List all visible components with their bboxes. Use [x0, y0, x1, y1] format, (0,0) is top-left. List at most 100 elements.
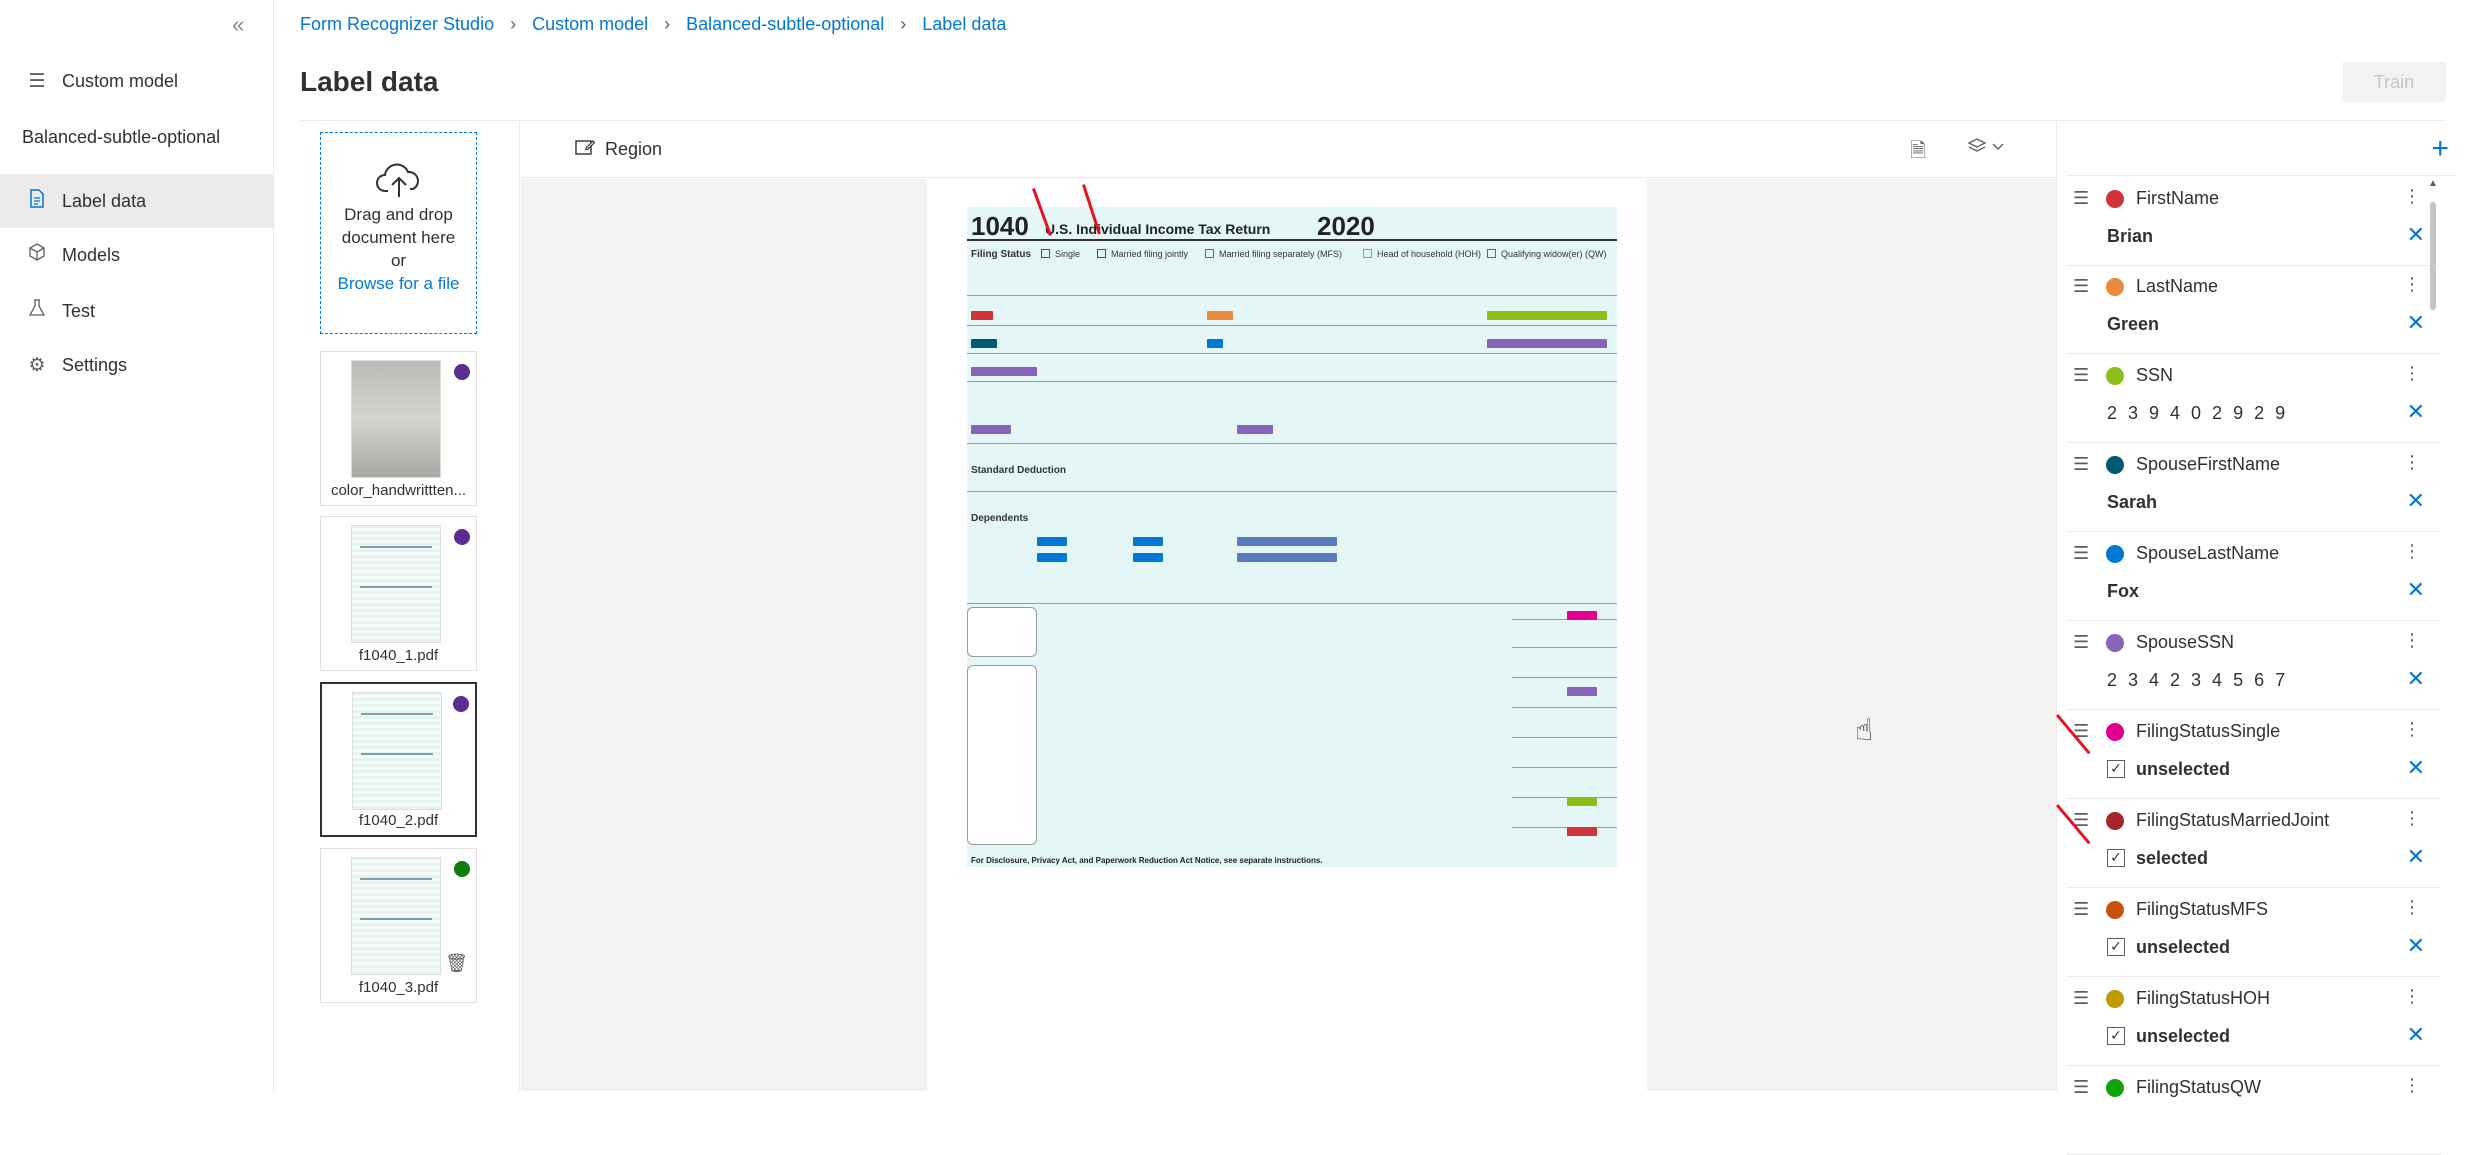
clear-value-icon[interactable]: ✕	[2407, 488, 2425, 514]
field-item[interactable]: ☰ SSN ⋮ 2 3 9 4 0 2 9 2 9 ✕	[2067, 355, 2441, 443]
form-1040-image[interactable]: 1040 U.S. Individual Income Tax Return 2…	[967, 207, 1617, 867]
more-options-icon[interactable]: ⋮	[2403, 452, 2421, 473]
divider	[300, 120, 2446, 121]
document-canvas[interactable]: 1040 U.S. Individual Income Tax Return 2…	[521, 179, 2056, 1091]
field-item[interactable]: ☰ SpouseLastName ⋮ Fox ✕	[2067, 533, 2441, 621]
field-item[interactable]: ☰ FilingStatusMarriedJoint ⋮ ✓ selected …	[2067, 800, 2441, 888]
amount-rule	[1512, 707, 1617, 708]
browse-link[interactable]: Browse for a file	[321, 272, 476, 295]
clear-value-icon[interactable]: ✕	[2407, 222, 2425, 248]
std-deduction-box	[967, 665, 1037, 845]
document-settings-icon[interactable]: 🗎	[1910, 136, 1926, 170]
more-options-icon[interactable]: ⋮	[2403, 808, 2421, 829]
drag-handle-icon[interactable]: ☰	[2073, 899, 2089, 920]
document-thumbnail-selected[interactable]: f1040_2.pdf	[320, 682, 477, 837]
field-name: SSN	[2136, 365, 2174, 385]
label-firstname	[971, 311, 993, 320]
breadcrumb-studio[interactable]: Form Recognizer Studio	[300, 14, 494, 35]
field-item[interactable]: ☰ SpouseSSN ⋮ 2 3 4 2 3 4 5 6 7 ✕	[2067, 622, 2441, 710]
drag-handle-icon[interactable]: ☰	[2073, 988, 2089, 1009]
breadcrumb-label-data[interactable]: Label data	[922, 14, 1006, 35]
label-amount	[1567, 797, 1597, 806]
more-options-icon[interactable]: ⋮	[2403, 1075, 2421, 1096]
document-thumbnail[interactable]: f1040_1.pdf	[320, 516, 477, 671]
breadcrumb-custom-model[interactable]: Custom model	[532, 14, 648, 35]
more-options-icon[interactable]: ⋮	[2403, 630, 2421, 651]
nav-models-label: Models	[62, 244, 121, 265]
nav-label-data[interactable]: Label data	[0, 174, 273, 228]
option-married-joint: Married filing jointly	[1111, 249, 1189, 259]
clear-value-icon[interactable]: ✕	[2407, 933, 2425, 959]
more-options-icon[interactable]: ⋮	[2403, 274, 2421, 295]
drag-handle-icon[interactable]: ☰	[2073, 1077, 2089, 1098]
nav-settings[interactable]: ⚙ Settings	[0, 338, 273, 392]
field-item[interactable]: ☰ FilingStatusSingle ⋮ ✓ unselected ✕	[2067, 711, 2441, 799]
field-value: unselected	[2136, 1026, 2231, 1046]
option-qw: Qualifying widow(er) (QW)	[1501, 249, 1607, 259]
form-rule	[967, 353, 1617, 354]
more-options-icon[interactable]: ⋮	[2403, 986, 2421, 1007]
project-name: Balanced-subtle-optional	[22, 127, 221, 147]
amount-rule	[1512, 797, 1617, 798]
upload-dropzone[interactable]: Drag and drop document here or Browse fo…	[320, 132, 477, 334]
clear-value-icon[interactable]: ✕	[2407, 1022, 2425, 1048]
drag-handle-icon[interactable]: ☰	[2073, 632, 2089, 653]
field-item[interactable]: ☰ SpouseFirstName ⋮ Sarah ✕	[2067, 444, 2441, 532]
drag-handle-icon[interactable]: ☰	[2073, 365, 2089, 386]
delete-icon[interactable]: 🗑	[445, 953, 468, 974]
clear-value-icon[interactable]: ✕	[2407, 399, 2425, 425]
document-icon	[26, 188, 48, 214]
more-options-icon[interactable]: ⋮	[2403, 897, 2421, 918]
scrollbar-thumb[interactable]	[2430, 202, 2436, 310]
field-item[interactable]: ☰ FilingStatusHOH ⋮ ✓ unselected ✕	[2067, 978, 2441, 1066]
more-options-icon[interactable]: ⋮	[2403, 541, 2421, 562]
field-name: FilingStatusMFS	[2136, 899, 2269, 919]
checkbox-icon: ✓	[2107, 849, 2125, 867]
field-item[interactable]: ☰ FilingStatusMFS ⋮ ✓ unselected ✕	[2067, 889, 2441, 977]
drag-handle-icon[interactable]: ☰	[2073, 543, 2089, 564]
field-name: FilingStatusMarriedJoint	[2136, 810, 2330, 830]
more-options-icon[interactable]: ⋮	[2403, 363, 2421, 384]
add-field-icon[interactable]: +	[2431, 132, 2449, 166]
clear-value-icon[interactable]: ✕	[2407, 755, 2425, 781]
status-dot	[454, 529, 470, 545]
drag-handle-icon[interactable]: ☰	[2073, 188, 2089, 209]
fields-scrollbar[interactable]: ▲	[2428, 178, 2438, 1091]
drag-handle-icon[interactable]: ☰	[2073, 454, 2089, 475]
field-value: Brian	[2107, 226, 2154, 246]
document-thumbnail[interactable]: 🗑 f1040_3.pdf	[320, 848, 477, 1003]
clear-value-icon[interactable]: ✕	[2407, 844, 2425, 870]
more-options-icon[interactable]: ⋮	[2403, 186, 2421, 207]
attach-box	[967, 607, 1037, 657]
label-amount	[1567, 611, 1597, 620]
layers-icon[interactable]	[1967, 136, 2007, 162]
field-item[interactable]: ☰ FirstName ⋮ Brian ✕	[2067, 178, 2441, 266]
nav-settings-label: Settings	[62, 354, 128, 375]
form-rule	[967, 381, 1617, 382]
document-preview	[351, 857, 441, 975]
nav-custom-model[interactable]: ☰ Custom model	[0, 54, 273, 108]
field-color-dot	[2106, 901, 2124, 919]
collapse-nav-icon[interactable]: «	[232, 12, 244, 38]
drag-handle-icon[interactable]: ☰	[2073, 276, 2089, 297]
train-button[interactable]: Train	[2342, 62, 2446, 102]
field-color-dot	[2106, 1079, 2124, 1097]
clear-value-icon[interactable]: ✕	[2407, 577, 2425, 603]
nav-models[interactable]: Models	[0, 228, 273, 282]
field-item[interactable]: ☰ FilingStatusQW ⋮	[2067, 1067, 2441, 1155]
nav-custom-model-label: Custom model	[62, 70, 179, 91]
nav-test[interactable]: Test	[0, 284, 273, 338]
document-thumbnail[interactable]: color_handwrittten...	[320, 351, 477, 506]
label-country	[971, 425, 1011, 434]
form-rule	[967, 443, 1617, 444]
field-value: selected	[2136, 848, 2209, 868]
breadcrumb-project[interactable]: Balanced-subtle-optional	[686, 14, 884, 35]
field-item[interactable]: ☰ LastName ⋮ Green ✕	[2067, 266, 2441, 354]
region-button[interactable]: Region	[575, 138, 662, 161]
clear-value-icon[interactable]: ✕	[2407, 666, 2425, 692]
filing-status-label: Filing Status	[971, 249, 1031, 260]
more-options-icon[interactable]: ⋮	[2403, 719, 2421, 740]
field-color-dot	[2106, 990, 2124, 1008]
clear-value-icon[interactable]: ✕	[2407, 310, 2425, 336]
scroll-up-icon[interactable]: ▲	[2428, 178, 2438, 189]
